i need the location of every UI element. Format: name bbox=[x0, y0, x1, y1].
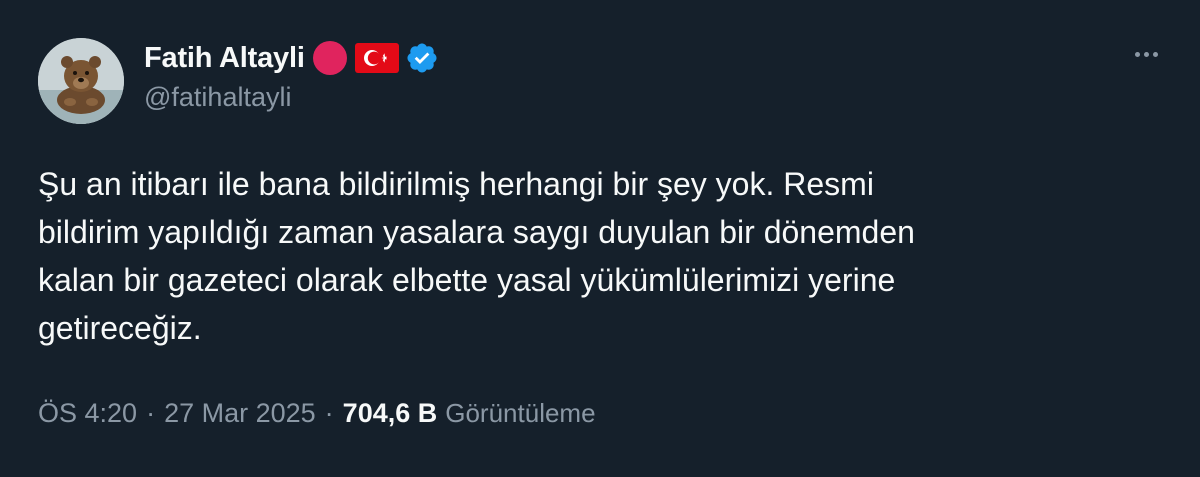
tweet-date[interactable]: 27 Mar 2025 bbox=[164, 398, 316, 429]
red-circle-icon bbox=[311, 39, 349, 77]
verified-badge-icon[interactable] bbox=[405, 41, 439, 75]
turkey-flag-icon bbox=[354, 43, 399, 73]
more-dot bbox=[1143, 51, 1149, 57]
more-dot bbox=[1152, 51, 1158, 57]
tweet-card: Fatih Altayli @fatihaltayli Şu an itibar… bbox=[0, 0, 1200, 477]
more-dot bbox=[1134, 51, 1140, 57]
more-horizontal-icon[interactable] bbox=[1126, 40, 1166, 68]
author-name-row: Fatih Altayli bbox=[144, 38, 439, 78]
tweet-metadata: ÖS 4:20 · 27 Mar 2025 · 704,6 B Görüntül… bbox=[38, 398, 596, 429]
tweet-time[interactable]: ÖS 4:20 bbox=[38, 398, 137, 429]
separator-dot: · bbox=[146, 398, 156, 428]
author-display-name[interactable]: Fatih Altayli bbox=[144, 42, 305, 75]
bear-photo-avatar bbox=[38, 38, 124, 124]
avatar[interactable] bbox=[38, 38, 124, 124]
separator-dot: · bbox=[324, 398, 334, 428]
tweet-text: Şu an itibarı ile bana bildirilmiş herha… bbox=[38, 166, 915, 346]
views-count[interactable]: 704,6 B bbox=[343, 398, 438, 429]
author-handle[interactable]: @fatihaltayli bbox=[144, 82, 291, 113]
views-label: Görüntüleme bbox=[445, 398, 596, 428]
